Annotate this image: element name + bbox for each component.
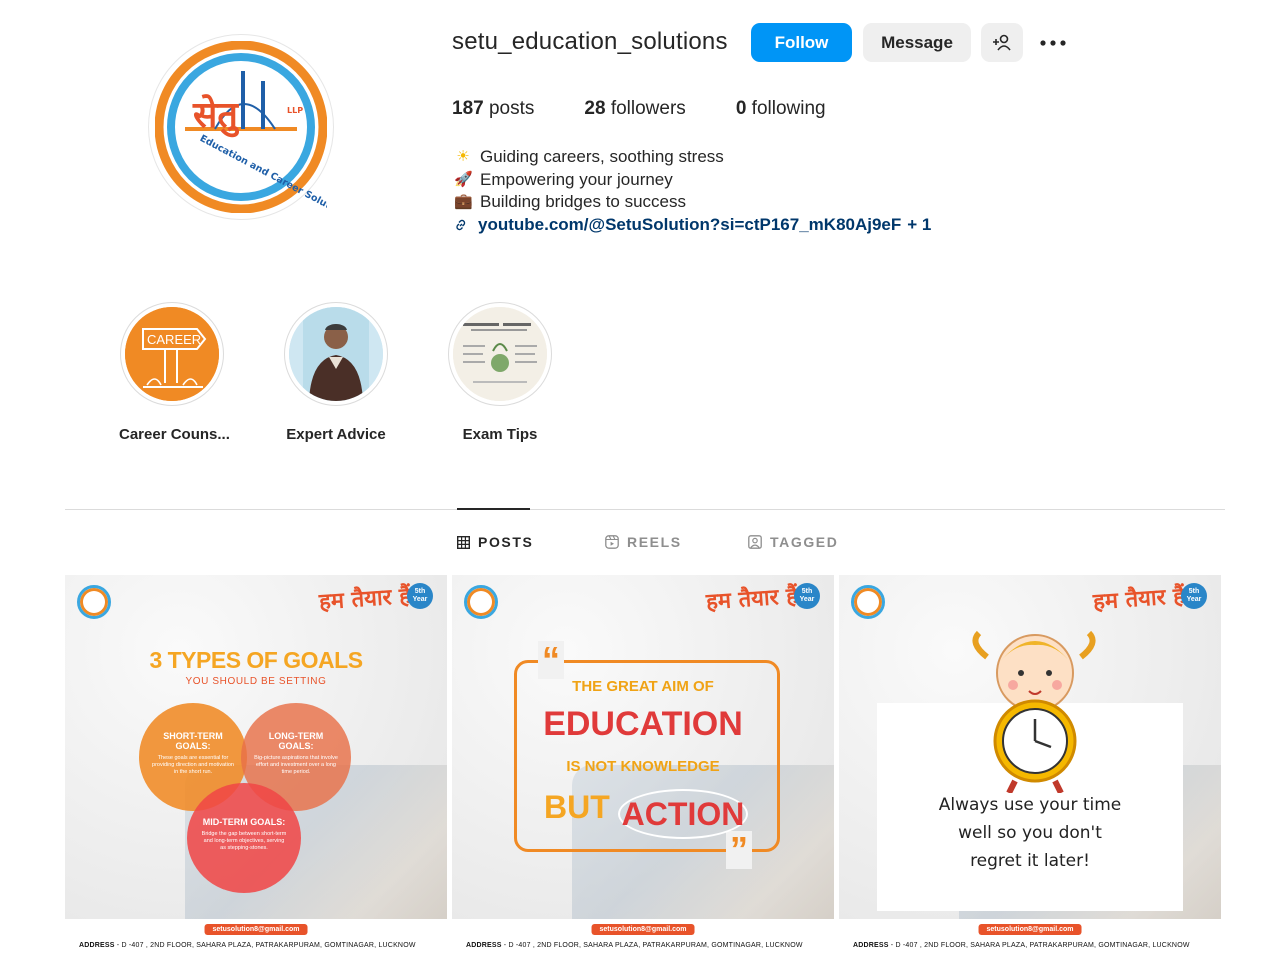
tab-label: REELS [627, 534, 682, 550]
close-quote-icon: ” [726, 831, 752, 869]
brand-slogan: हम तैयार हैं [705, 582, 799, 616]
setu-logo: सेतु LLP Education and Career Solutions [155, 41, 327, 213]
bio-link-more[interactable]: + 1 [907, 214, 931, 237]
post-message: Always use your time well so you don't r… [839, 791, 1221, 875]
tab-label: POSTS [478, 534, 534, 550]
profile-stats: 187 posts 28 followers 0 following [452, 98, 876, 120]
briefcase-icon: 💼 [454, 193, 473, 210]
bio-text: Guiding careers, soothing stress [480, 147, 724, 166]
goal-text: These goals are essential for providing … [152, 755, 234, 775]
suggested-accounts-button[interactable] [981, 23, 1023, 62]
tab-label: TAGGED [770, 534, 839, 550]
quote-line: ACTION [618, 789, 748, 839]
bio-line: 🚀 Empowering your journey [454, 169, 931, 192]
highlight-label: Expert Advice [286, 426, 386, 443]
rocket-icon: 🚀 [454, 170, 473, 188]
goal-text: Bridge the gap between short-term and lo… [201, 831, 287, 851]
profile-avatar[interactable]: सेतु LLP Education and Career Solutions [148, 34, 334, 220]
svg-text:LLP: LLP [287, 106, 303, 115]
highlight-ring: CAREER [120, 302, 224, 406]
followers-stat[interactable]: 28 followers [584, 98, 685, 120]
post-email: setusolution8@gmail.com [204, 924, 308, 935]
girl-with-clock-illustration [972, 630, 1096, 793]
post-subtitle: YOU SHOULD BE SETTING [185, 676, 327, 687]
message-line: regret it later! [970, 851, 1090, 871]
tagged-icon [748, 535, 762, 549]
highlight-cover [453, 307, 547, 401]
username: setu_education_solutions [452, 28, 728, 55]
career-signpost-icon: CAREER [125, 307, 219, 401]
bio-text: Building bridges to success [480, 192, 687, 211]
quote-line: EDUCATION [543, 705, 743, 743]
svg-text:CAREER: CAREER [147, 332, 201, 347]
goal-title: LONG-TERM GOALS: [268, 731, 324, 751]
link-icon [456, 219, 466, 230]
more-options-icon [1040, 39, 1066, 46]
bio-line: ☀ Guiding careers, soothing stress [454, 146, 931, 169]
post-tile[interactable]: हम तैयार हैं 5th Year 3 TYPES OF GOALS Y… [65, 575, 447, 953]
grid-icon [457, 535, 470, 549]
year-badge: 5th Year [407, 583, 433, 609]
highlight-career-counseling[interactable]: CAREER Career Couns... [119, 302, 230, 443]
post-address: ADDRESS - D -407 , 2ND FLOOR, SAHARA PLA… [79, 942, 416, 949]
exam-tips-infographic [453, 307, 547, 401]
highlight-ring [448, 302, 552, 406]
follow-button[interactable]: Follow [751, 23, 852, 62]
tab-reels[interactable]: REELS [605, 534, 682, 550]
post-tile[interactable]: हम तैयार हैं 5th Year “ ” THE GREAT AIM … [452, 575, 834, 953]
post-address: ADDRESS - D -407 , 2ND FLOOR, SAHARA PLA… [466, 942, 803, 949]
tab-posts[interactable]: POSTS [457, 534, 533, 550]
add-person-icon [993, 34, 1011, 51]
goal-text: Big-picture aspirations that involve eff… [254, 755, 338, 775]
bio-link-row[interactable]: youtube.com/@SetuSolution?si=ctP167_mK80… [454, 214, 931, 237]
message-line: Always use your time [938, 795, 1122, 815]
message-button[interactable]: Message [863, 23, 971, 62]
highlight-exam-tips[interactable]: Exam Tips [447, 302, 553, 443]
options-button[interactable] [1036, 23, 1070, 62]
quote-line: BUT [544, 789, 610, 825]
sun-icon: ☀ [456, 148, 470, 165]
active-tab-indicator [457, 508, 530, 510]
highlight-cover [289, 307, 383, 401]
year-badge: 5th Year [794, 583, 820, 609]
highlight-ring [284, 302, 388, 406]
bio-line: 💼 Building bridges to success [454, 191, 931, 214]
post-address: ADDRESS - D -407 , 2ND FLOOR, SAHARA PLA… [853, 942, 1190, 949]
brand-slogan: हम तैयार हैं [1092, 582, 1186, 616]
profile-bio: ☀ Guiding careers, soothing stress 🚀 Empow… [454, 146, 931, 236]
setu-logo-small [851, 585, 885, 619]
tabs-divider [65, 509, 1225, 510]
goal-title: MID-TERM GOALS: [202, 817, 286, 827]
bio-link[interactable]: youtube.com/@SetuSolution?si=ctP167_mK80… [478, 214, 901, 237]
quote-line: THE GREAT AIM OF [572, 678, 714, 695]
post-email: setusolution8@gmail.com [978, 924, 1082, 935]
brand-slogan: हम तैयार हैं [318, 582, 412, 616]
expert-person-photo [289, 307, 383, 401]
setu-logo-small [77, 585, 111, 619]
message-line: well so you don't [958, 823, 1102, 843]
posts-stat[interactable]: 187 posts [452, 98, 534, 120]
post-email: setusolution8@gmail.com [591, 924, 695, 935]
highlight-cover: CAREER [125, 307, 219, 401]
goal-title: SHORT-TERM GOALS: [163, 731, 223, 751]
year-badge: 5th Year [1181, 583, 1207, 609]
reels-icon [605, 535, 619, 549]
post-title: 3 TYPES OF GOALS [149, 647, 363, 673]
tab-tagged[interactable]: TAGGED [748, 534, 838, 550]
highlight-label: Exam Tips [462, 426, 538, 443]
highlight-label: Career Couns... [119, 426, 230, 443]
highlight-expert-advice[interactable]: Expert Advice [283, 302, 389, 443]
mid-term-circle: MID-TERM GOALS: Bridge the gap between s… [187, 783, 301, 893]
quote-line: IS NOT KNOWLEDGE [566, 758, 720, 775]
bio-text: Empowering your journey [480, 169, 673, 189]
following-stat[interactable]: 0 following [736, 98, 826, 120]
open-quote-icon: “ [538, 641, 564, 679]
post-tile[interactable]: हम तैयार हैं 5th Year Always use your ti… [839, 575, 1221, 953]
svg-text:सेतु: सेतु [192, 94, 240, 138]
setu-logo-small [464, 585, 498, 619]
